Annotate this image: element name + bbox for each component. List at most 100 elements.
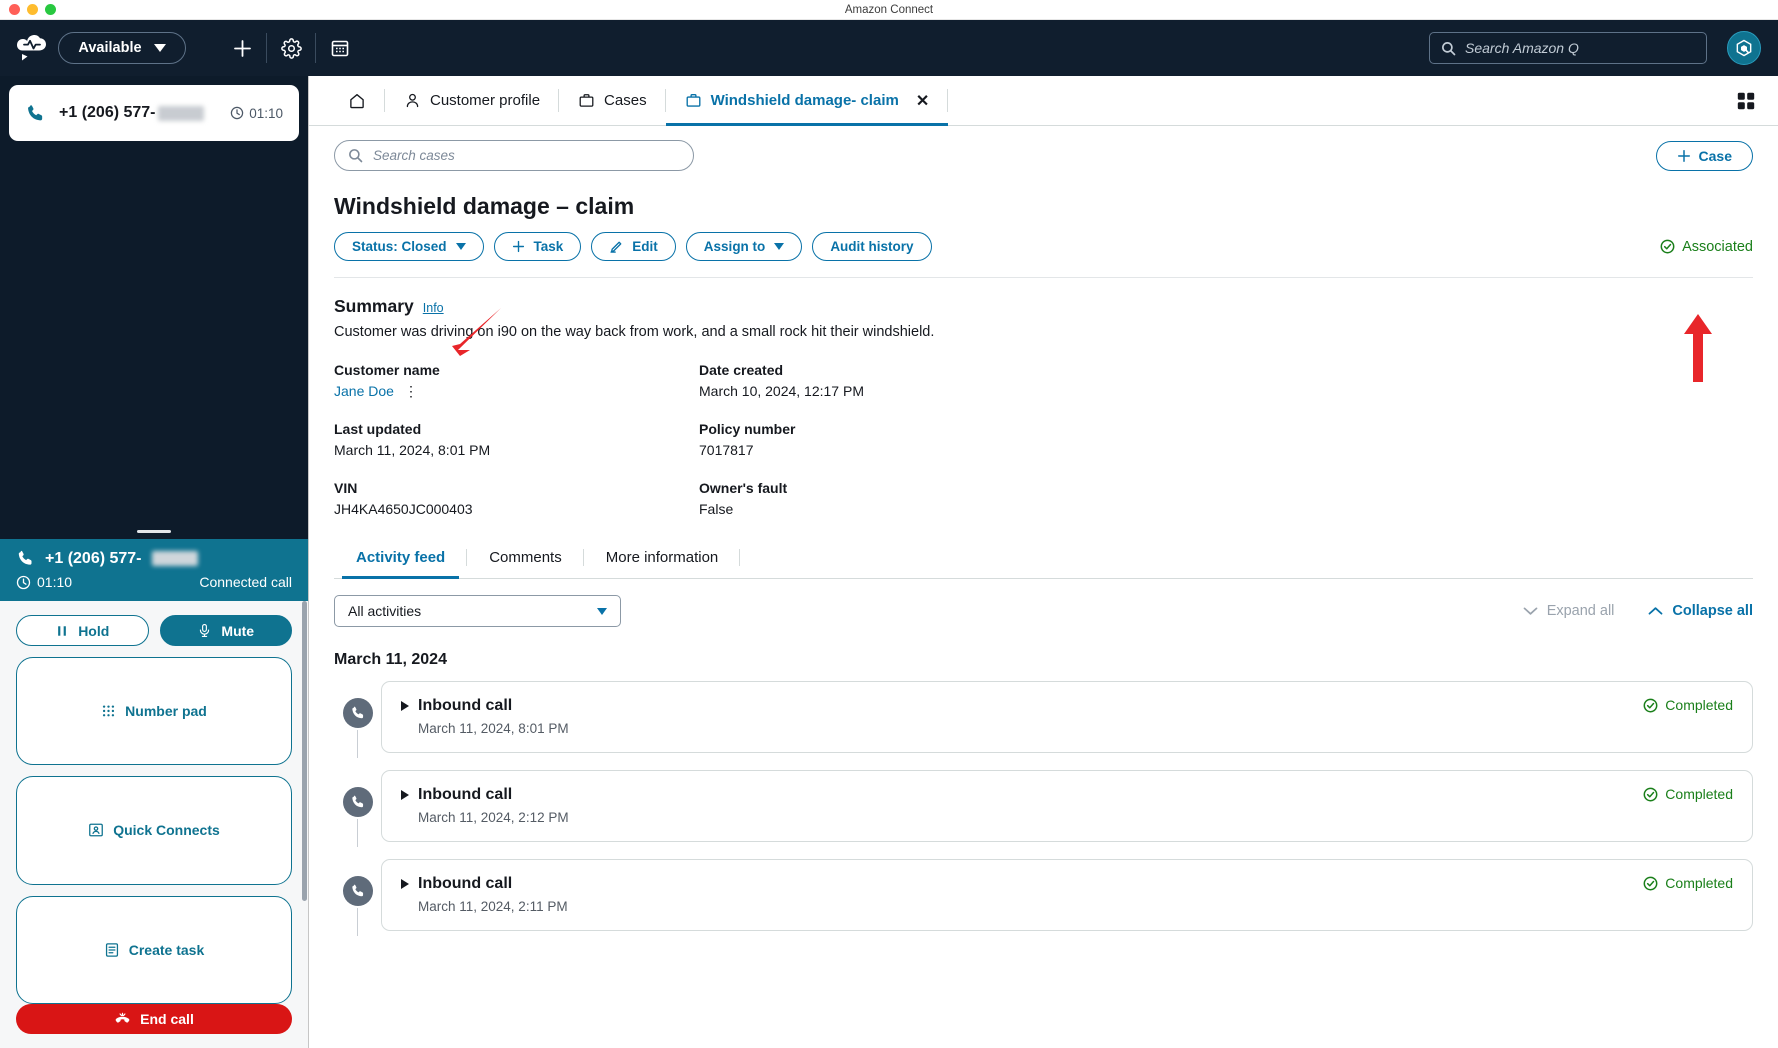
ccp-primary-button-row: Hold Mute xyxy=(16,615,292,646)
contact-phone-number: +1 (206) 577- xyxy=(59,104,204,122)
customer-name-link[interactable]: Jane Doe xyxy=(334,383,394,399)
ccp-spacer xyxy=(0,141,308,530)
create-task-button[interactable]: Create task xyxy=(16,895,292,1004)
list-item[interactable]: Inbound call March 11, 2024, 2:11 PM Com… xyxy=(334,859,1753,936)
amazon-q-avatar-button[interactable] xyxy=(1727,31,1761,65)
page-title: Windshield damage – claim xyxy=(334,193,635,219)
topbar-icon-group xyxy=(218,30,364,66)
tab-cases[interactable]: Cases xyxy=(559,76,666,125)
activity-timeline: Inbound call March 11, 2024, 8:01 PM Com… xyxy=(334,681,1753,936)
collapse-all-button[interactable]: Collapse all xyxy=(1648,603,1753,619)
active-call-status-row: 01:10 Connected call xyxy=(16,574,292,590)
hold-button[interactable]: Hold xyxy=(16,615,149,646)
tab-customer-profile[interactable]: Customer profile xyxy=(385,76,560,125)
case-fields: Customer name Jane Doe ⋮ Date created Ma… xyxy=(334,362,1753,517)
briefcase-icon xyxy=(686,94,701,107)
timeline-connector xyxy=(356,730,359,758)
tab-cases-label: Cases xyxy=(604,92,647,109)
main-panel: Customer profile Cases Windshield damage… xyxy=(309,76,1778,1048)
close-icon[interactable]: ✕ xyxy=(916,91,929,111)
search-cases-input[interactable]: Search cases xyxy=(334,140,694,171)
active-call-number-row: +1 (206) 577- xyxy=(16,549,292,568)
expand-triangle-icon[interactable] xyxy=(401,879,409,889)
tab-home[interactable] xyxy=(329,76,385,125)
check-circle-icon xyxy=(1643,698,1658,712)
expand-all-label: Expand all xyxy=(1546,603,1615,619)
add-task-button-label: Task xyxy=(533,239,564,254)
list-item[interactable]: Inbound call March 11, 2024, 8:01 PM Com… xyxy=(334,681,1753,758)
ccp-resize-handle[interactable] xyxy=(137,530,171,533)
field-label: Date created xyxy=(699,362,784,378)
quick-connects-button[interactable]: Quick Connects xyxy=(16,776,292,885)
field-label: Policy number xyxy=(699,421,796,437)
list-item[interactable]: Inbound call March 11, 2024, 2:12 PM Com… xyxy=(334,770,1753,847)
chevron-down-icon xyxy=(455,243,466,250)
summary-description: Customer was driving on i90 on the way b… xyxy=(334,324,935,340)
add-task-button[interactable]: Task xyxy=(493,232,582,261)
status-dropdown-button[interactable]: Status: Closed xyxy=(334,232,484,261)
activity-card-body: Inbound call March 11, 2024, 2:12 PM xyxy=(401,786,569,825)
amazon-q-search-input[interactable]: Search Amazon Q xyxy=(1429,32,1707,64)
expand-triangle-icon[interactable] xyxy=(401,701,409,711)
field-value-policy-number: 7017817 xyxy=(699,442,754,458)
activity-title-row[interactable]: Inbound call xyxy=(401,786,569,804)
activity-title-row[interactable]: Inbound call xyxy=(401,875,568,893)
number-pad-button-label: Number pad xyxy=(125,703,207,720)
summary-heading: Summary xyxy=(334,296,414,316)
activity-card-body: Inbound call March 11, 2024, 2:11 PM xyxy=(401,875,568,914)
activity-timestamp: March 11, 2024, 2:11 PM xyxy=(418,899,568,914)
end-call-button[interactable]: End call xyxy=(16,1004,292,1034)
mute-button[interactable]: Mute xyxy=(159,615,292,646)
edit-button[interactable]: Edit xyxy=(591,232,676,261)
summary-info-link[interactable]: Info xyxy=(423,301,444,315)
tab-more-information[interactable]: More information xyxy=(584,539,741,578)
activity-title: Inbound call xyxy=(418,875,513,892)
settings-button[interactable] xyxy=(267,30,315,66)
check-circle-icon xyxy=(1643,876,1658,890)
expand-all-button[interactable]: Expand all xyxy=(1523,603,1615,619)
tab-windshield-damage-claim[interactable]: Windshield damage- claim ✕ xyxy=(665,76,949,126)
audit-history-button[interactable]: Audit history xyxy=(812,232,932,261)
add-button[interactable] xyxy=(218,30,266,66)
field-label: Owner's fault xyxy=(699,480,788,496)
layout-grid-button[interactable] xyxy=(1736,76,1778,125)
activity-card[interactable]: Inbound call March 11, 2024, 2:12 PM Com… xyxy=(381,770,1753,842)
activity-card[interactable]: Inbound call March 11, 2024, 2:11 PM Com… xyxy=(381,859,1753,931)
associated-status-label: Associated xyxy=(1682,238,1753,255)
app-root: Available Search Amazon Q +1 (206) 577- … xyxy=(0,20,1778,1048)
create-case-button[interactable]: Case xyxy=(1655,140,1753,171)
window-title: Amazon Connect xyxy=(844,3,934,16)
ccp-scrollbar[interactable] xyxy=(302,601,307,901)
activity-filter-value: All activities xyxy=(348,603,422,619)
calendar-button[interactable] xyxy=(316,30,364,66)
create-case-button-label: Case xyxy=(1698,147,1732,164)
tab-comments[interactable]: Comments xyxy=(467,539,584,578)
assign-to-dropdown-button[interactable]: Assign to xyxy=(685,232,803,261)
tab-activity-feed-label: Activity feed xyxy=(356,549,446,566)
window-titlebar: Amazon Connect xyxy=(0,0,1778,20)
field-value-vin: JH4KA4650JC000403 xyxy=(334,501,473,517)
case-detail-tabs: Activity feed Comments More information xyxy=(334,539,1753,579)
agent-status-selector[interactable]: Available xyxy=(58,32,186,64)
active-call-state: Connected call xyxy=(199,574,292,590)
contact-card[interactable]: +1 (206) 577- 01:10 xyxy=(9,85,299,141)
expand-triangle-icon[interactable] xyxy=(401,790,409,800)
chevron-down-icon xyxy=(1523,607,1538,615)
customer-name-more-menu-icon[interactable]: ⋮ xyxy=(404,383,418,398)
timeline-connector xyxy=(356,908,359,936)
tab-activity-feed[interactable]: Activity feed xyxy=(334,539,468,579)
number-pad-button[interactable]: Number pad xyxy=(16,657,292,766)
activity-date-group: March 11, 2024 xyxy=(334,651,447,668)
phone-icon xyxy=(18,550,32,565)
status-badge: Completed xyxy=(1643,697,1733,713)
active-call-number: +1 (206) 577- xyxy=(45,549,142,567)
chevron-down-icon xyxy=(774,243,785,250)
task-document-icon xyxy=(105,943,118,957)
activity-card[interactable]: Inbound call March 11, 2024, 8:01 PM Com… xyxy=(381,681,1753,753)
end-call-icon xyxy=(115,1012,130,1023)
activity-title-row[interactable]: Inbound call xyxy=(401,697,569,715)
check-circle-icon xyxy=(1660,239,1675,254)
check-circle-icon xyxy=(1643,787,1658,801)
status-dropdown-label: Status: Closed xyxy=(352,239,447,254)
activity-filter-select[interactable]: All activities xyxy=(334,595,621,627)
